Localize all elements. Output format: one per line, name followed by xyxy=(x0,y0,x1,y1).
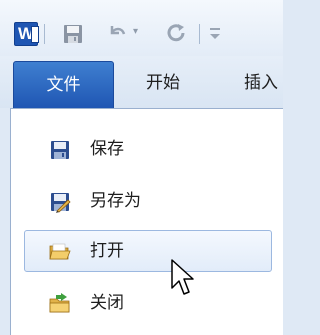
menu-item-save[interactable]: 保存 xyxy=(24,128,272,170)
menu-item-label: 打开 xyxy=(90,241,124,261)
menu-item-label: 关闭 xyxy=(90,293,124,313)
mouse-cursor-icon xyxy=(171,259,194,295)
app-logo-icon[interactable]: W xyxy=(14,22,39,46)
floppy-disk-icon xyxy=(51,141,69,159)
customize-toolbar-icon[interactable] xyxy=(208,24,222,42)
quick-access-toolbar: W ▾ xyxy=(0,0,283,56)
menu-item-open[interactable]: 打开 xyxy=(24,230,272,272)
menu-item-label: 保存 xyxy=(90,139,124,159)
undo-icon[interactable] xyxy=(107,22,127,44)
tab-file[interactable]: 文件 xyxy=(13,61,114,109)
toolbar-separator xyxy=(44,24,45,44)
open-folder-icon xyxy=(49,243,71,260)
undo-dropdown-icon[interactable]: ▾ xyxy=(133,26,138,37)
close-folder-icon xyxy=(49,293,70,313)
redo-icon[interactable] xyxy=(166,23,186,43)
save-as-icon xyxy=(51,193,71,213)
save-icon[interactable] xyxy=(63,24,83,44)
menu-item-save-as[interactable]: 另存为 xyxy=(24,180,272,222)
tab-home[interactable]: 开始 xyxy=(146,61,180,105)
tab-insert[interactable]: 插入 xyxy=(244,61,278,105)
menu-item-label: 另存为 xyxy=(90,191,141,211)
menu-item-close[interactable]: 关闭 xyxy=(24,282,272,324)
toolbar-separator xyxy=(199,24,200,44)
